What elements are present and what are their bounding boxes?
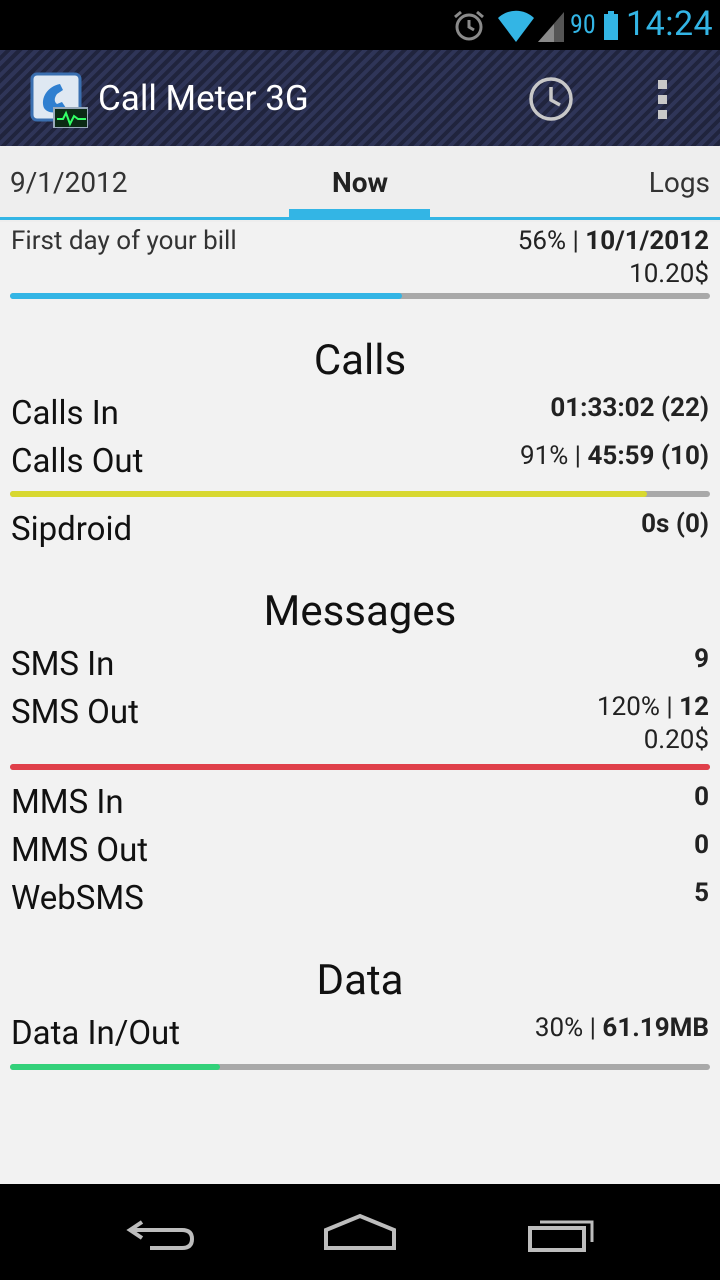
status-bar: 90 14:24 xyxy=(0,0,720,50)
sms-in-label: SMS In xyxy=(11,645,115,684)
mms-out-value: 0 xyxy=(694,830,709,860)
messages-section-title: Messages xyxy=(263,587,457,636)
calls-out-progress-bar xyxy=(10,491,710,497)
tab-now[interactable]: Now xyxy=(0,166,720,199)
billing-progress-bar xyxy=(10,293,710,299)
websms-label: WebSMS xyxy=(11,879,144,918)
data-in-out-label: Data In/Out xyxy=(11,1014,181,1053)
recent-apps-icon[interactable] xyxy=(520,1204,600,1260)
mms-in-value: 0 xyxy=(694,782,709,812)
calls-out-value-text: 45:59 (10) xyxy=(587,441,709,471)
sms-in-value-text: 9 xyxy=(694,644,709,674)
billing-cost: 10.20$ xyxy=(629,259,709,289)
sms-in-value: 9 xyxy=(694,644,709,674)
data-progress-bar xyxy=(10,1064,710,1070)
sipdroid-label: Sipdroid xyxy=(11,510,133,549)
sms-out-cost: 0.20$ xyxy=(643,725,709,755)
sipdroid-value-text: 0s (0) xyxy=(641,509,709,539)
calls-out-progress-fill xyxy=(10,491,647,497)
app-icon[interactable] xyxy=(30,72,88,128)
history-icon[interactable] xyxy=(524,74,578,124)
sms-out-progress-bar xyxy=(10,764,710,770)
data-value-text: 61.19MB xyxy=(602,1013,709,1043)
billing-end-date: 10/1/2012 xyxy=(585,226,709,256)
status-clock: 14:24 xyxy=(626,4,714,44)
data-progress-fill xyxy=(10,1064,220,1070)
calls-out-label: Calls Out xyxy=(11,442,144,481)
data-in-out-value: 30% | 61.19MB xyxy=(535,1013,709,1043)
mms-in-value-text: 0 xyxy=(694,782,709,812)
sms-out-value-text: 12 xyxy=(679,692,709,722)
period-tab-bar: 9/1/2012 Now Logs xyxy=(0,146,720,222)
billing-label: First day of your bill xyxy=(11,226,237,256)
calls-section-title: Calls xyxy=(313,336,407,385)
sipdroid-value: 0s (0) xyxy=(641,509,709,539)
sms-out-progress-fill xyxy=(10,764,710,770)
tab-underline xyxy=(0,217,720,220)
sms-out-label: SMS Out xyxy=(11,693,139,732)
sms-out-value: 120% | 12 xyxy=(597,692,709,722)
websms-value-text: 5 xyxy=(694,878,709,908)
battery-icon xyxy=(604,11,618,40)
alarm-icon xyxy=(454,10,484,41)
sms-out-percent: 120% | xyxy=(597,692,680,722)
data-section-title: Data xyxy=(316,956,404,1005)
home-icon[interactable] xyxy=(320,1204,400,1260)
websms-value: 5 xyxy=(694,878,709,908)
tab-logs[interactable]: Logs xyxy=(649,166,710,199)
calls-in-value-text: 01:33:02 (22) xyxy=(550,393,709,423)
back-icon[interactable] xyxy=(120,1204,200,1260)
calls-out-percent: 91% | xyxy=(519,441,588,471)
calls-in-value: 01:33:02 (22) xyxy=(550,393,709,423)
action-bar: Call Meter 3G xyxy=(0,50,720,146)
wifi-signal-icon xyxy=(498,10,564,42)
mms-out-value-text: 0 xyxy=(694,830,709,860)
billing-progress-fill xyxy=(10,293,402,299)
billing-value: 56% | 10/1/2012 xyxy=(518,226,709,256)
billing-percent: 56% | xyxy=(517,226,586,256)
calls-in-label: Calls In xyxy=(11,394,119,433)
app-title: Call Meter 3G xyxy=(98,78,309,119)
navigation-bar xyxy=(0,1184,720,1280)
mms-in-label: MMS In xyxy=(11,783,124,822)
battery-percent: 90 xyxy=(570,10,596,40)
overflow-menu-icon[interactable] xyxy=(648,74,678,124)
data-percent: 30% | xyxy=(534,1013,603,1043)
calls-out-value: 91% | 45:59 (10) xyxy=(520,441,709,471)
tab-indicator xyxy=(289,209,430,217)
mms-out-label: MMS Out xyxy=(11,831,149,870)
